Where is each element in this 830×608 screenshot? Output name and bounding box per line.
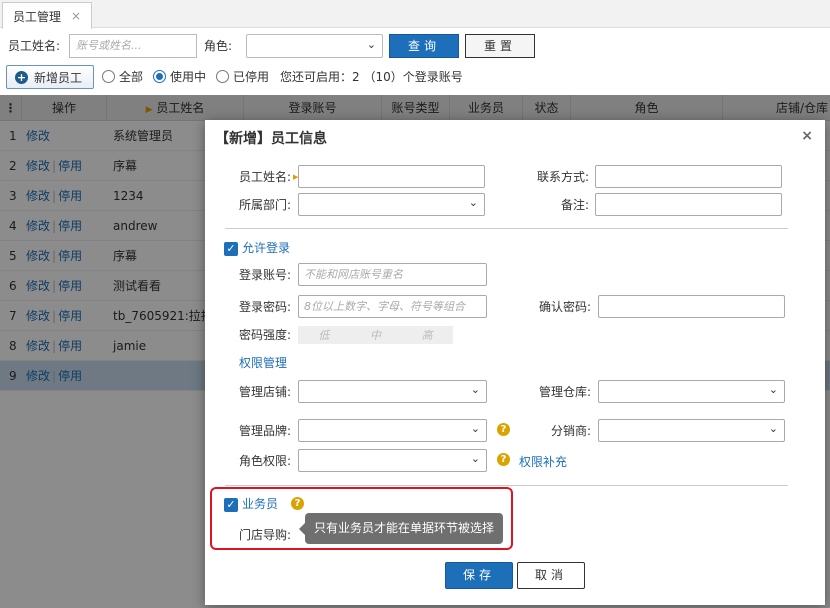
allow-login-checkbox[interactable]: ✓ [224, 242, 238, 256]
chevron-down-icon: ⌄ [366, 38, 376, 51]
account-label: 登录账号: [238, 268, 291, 282]
permission-section-title: 权限管理 [239, 356, 288, 370]
filter-all-label: 全部 [119, 70, 144, 84]
login-account-input[interactable]: 不能和网店账号重名 [298, 263, 487, 286]
shop-select[interactable]: ⌄ [298, 380, 487, 403]
tab-label: 员工管理 [13, 9, 62, 24]
search-row: 员工姓名: 账号或姓名... 角色: ⌄ 查询 重置 [0, 32, 830, 60]
filter-disabled-radio[interactable] [216, 70, 229, 83]
chevron-down-icon: ⌄ [468, 196, 478, 209]
strength-low: 低 [318, 329, 330, 342]
chevron-down-icon: ⌄ [470, 452, 480, 465]
chevron-down-icon: ⌄ [768, 383, 778, 396]
filter-all-radio[interactable] [102, 70, 115, 83]
filter-disabled-label: 已停用 [233, 70, 270, 84]
new-employee-dialog: 【新增】员工信息 × 员工姓名: ▶ 联系方式: 所属部门: ⌄ 备注: ✓ 允… [205, 120, 825, 605]
divider [225, 485, 788, 486]
permission-supplement-link[interactable]: 权限补充 [519, 454, 567, 470]
employee-name-label: 员工姓名: [8, 39, 61, 53]
filter-active-label: 使用中 [170, 70, 207, 84]
plus-icon: + [15, 70, 28, 84]
save-button[interactable]: 保存 [445, 562, 513, 589]
query-button[interactable]: 查询 [389, 34, 459, 58]
password-strength-meter: 低 中 高 [298, 326, 453, 344]
chevron-down-icon: ⌄ [470, 422, 480, 435]
note-field[interactable] [595, 193, 782, 216]
brand-label: 管理品牌: [238, 424, 291, 438]
strength-medium: 中 [369, 329, 381, 342]
department-label: 所属部门: [238, 198, 291, 212]
role-select[interactable]: ⌄ [246, 34, 383, 58]
role-permission-label: 角色权限: [238, 454, 291, 468]
tab-close-icon[interactable]: × [71, 9, 81, 23]
strength-high: 高 [421, 329, 433, 342]
distributor-label: 分销商: [550, 424, 591, 438]
login-password-input[interactable]: 8位以上数字、字母、符号等组合 [298, 295, 487, 318]
password-label: 登录密码: [238, 300, 291, 314]
help-icon[interactable]: ? [497, 423, 510, 436]
confirm-password-label: 确认密码: [538, 300, 591, 314]
add-employee-label: 新增员工 [34, 70, 83, 85]
contact-label: 联系方式: [536, 170, 589, 184]
brand-select[interactable]: ⌄ [298, 419, 487, 442]
contact-field[interactable] [595, 165, 782, 188]
cancel-button[interactable]: 取消 [517, 562, 585, 589]
note-label: 备注: [560, 198, 589, 212]
distributor-select[interactable]: ⌄ [598, 419, 785, 442]
help-icon[interactable]: ? [497, 453, 510, 466]
warehouse-select[interactable]: ⌄ [598, 380, 785, 403]
salesman-tooltip: 只有业务员才能在单据环节被选择 [299, 513, 503, 544]
account-quota-text: 您还可启用：2 （10）个登录账号 [280, 70, 463, 84]
chevron-down-icon: ⌄ [470, 383, 480, 396]
close-icon[interactable]: × [801, 128, 813, 144]
allow-login-label: 允许登录 [242, 241, 291, 255]
divider [225, 228, 788, 229]
filter-active-radio[interactable] [153, 70, 166, 83]
add-employee-button[interactable]: + 新增员工 [6, 65, 94, 89]
password-strength-label: 密码强度: [238, 328, 291, 342]
dialog-title: 【新增】员工信息 [215, 131, 327, 147]
confirm-password-input[interactable] [598, 295, 785, 318]
department-select[interactable]: ⌄ [298, 193, 485, 216]
role-label: 角色: [204, 39, 233, 53]
employee-name-input[interactable]: 账号或姓名... [69, 34, 197, 58]
name-label: 员工姓名: [238, 170, 291, 184]
chevron-down-icon: ⌄ [768, 422, 778, 435]
role-permission-select[interactable]: ⌄ [298, 449, 487, 472]
warehouse-label: 管理仓库: [538, 385, 591, 399]
shop-label: 管理店铺: [238, 385, 291, 399]
tab-strip: 员工管理 × [0, 0, 830, 29]
reset-button[interactable]: 重置 [465, 34, 535, 58]
tab-employee-management[interactable]: 员工管理 × [2, 2, 93, 29]
employee-name-field[interactable] [298, 165, 485, 188]
